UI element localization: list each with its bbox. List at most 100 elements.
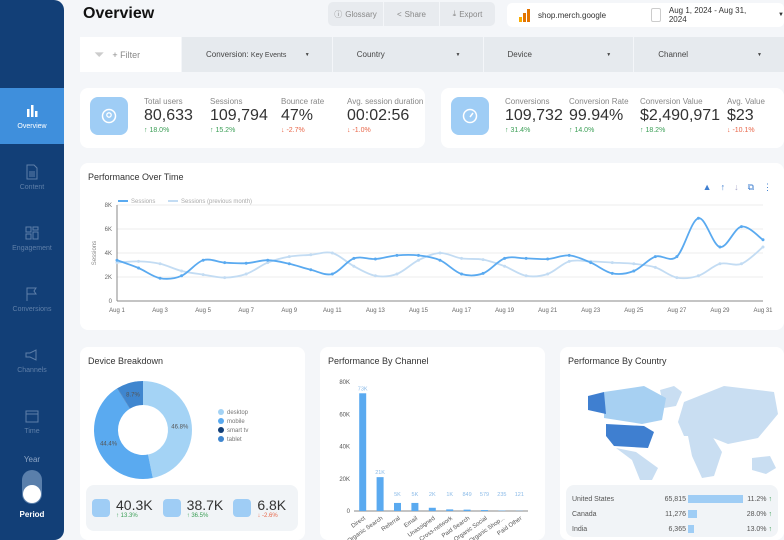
map-eurasia bbox=[678, 386, 778, 444]
bar-chart: 020K40K60K80K73KDirect21KOrganic Search5… bbox=[339, 380, 528, 540]
country-dropdown[interactable]: Country ▼ bbox=[331, 37, 483, 72]
data-point bbox=[158, 262, 162, 266]
x-tick-label: Aug 13 bbox=[366, 308, 386, 314]
date-range[interactable]: Aug 1, 2024 - Aug 31, 2024 bbox=[669, 6, 764, 24]
download-icon: ⤓ bbox=[452, 9, 457, 18]
bar bbox=[411, 502, 419, 511]
country-row[interactable]: United States 65,815 11.2% ↑ bbox=[572, 493, 772, 505]
data-point bbox=[653, 255, 657, 259]
x-tick-label: Aug 19 bbox=[495, 308, 515, 314]
info-icon: ⓘ bbox=[334, 9, 343, 19]
arrow-up-icon: ↑ bbox=[768, 525, 773, 533]
filter-bar: ⏷ + Filter Conversion: Key Events ▼ Countr… bbox=[80, 37, 784, 72]
donut-chart: 46.8% 44.4% 8.7% desktop mobile smart tv table… bbox=[94, 381, 249, 479]
add-filter-button[interactable]: ⏷ + Filter bbox=[80, 37, 181, 72]
legend-swatch bbox=[218, 427, 224, 433]
arrow-up-icon: ↑ bbox=[768, 510, 773, 518]
x-tick-label: Aug 1 bbox=[109, 308, 125, 314]
data-point bbox=[675, 276, 679, 280]
sidebar-item-conversions[interactable]: Conversions bbox=[0, 271, 64, 327]
x-tick-label: Aug 23 bbox=[581, 308, 601, 314]
performance-by-country-card: Performance By Country United States 65,8… bbox=[560, 347, 784, 540]
data-label: 1K bbox=[446, 492, 453, 498]
data-label: 579 bbox=[480, 492, 489, 498]
slice-label: 46.8% bbox=[171, 424, 189, 430]
period-toggle[interactable]: Year Period bbox=[0, 455, 64, 535]
share-button[interactable]: < Share bbox=[384, 2, 440, 26]
x-tick-label: Aug 15 bbox=[409, 308, 429, 314]
conversion-dropdown[interactable]: Conversion: Key Events ▼ bbox=[181, 37, 332, 72]
device-breakdown-card: Device Breakdown 46.8% 44.4% 8.7% desktop mo… bbox=[80, 347, 305, 540]
channel-dropdown[interactable]: Channel ▼ bbox=[633, 37, 784, 72]
glossary-button[interactable]: ⓘ Glossary bbox=[328, 2, 384, 26]
country-row[interactable]: India 6,365 13.0% ↑ bbox=[572, 523, 772, 535]
data-point bbox=[395, 272, 399, 276]
device-dropdown[interactable]: Device ▼ bbox=[482, 37, 634, 72]
bar bbox=[463, 509, 471, 511]
data-point bbox=[589, 261, 593, 265]
device-stat: 6.8K ↓ -2.6% bbox=[227, 485, 298, 531]
map-australia bbox=[752, 456, 776, 474]
sidebar-item-time[interactable]: Time bbox=[0, 393, 64, 449]
bar bbox=[446, 509, 454, 511]
x-tick-label: Aug 9 bbox=[281, 308, 297, 314]
data-point bbox=[287, 255, 291, 259]
slice-label: 8.7% bbox=[126, 392, 140, 398]
conversion-kpi-card: Conversions 109,732 ↑ 31.4% Conversion Rate… bbox=[441, 88, 784, 148]
sidebar-item-engagement[interactable]: Engagement bbox=[0, 210, 64, 266]
x-tick-label: Aug 25 bbox=[624, 308, 644, 314]
traffic-kpi-card: Total users 80,633 ↑ 18.0% Sessions 109,794 ↑… bbox=[80, 88, 425, 148]
data-point bbox=[201, 273, 205, 277]
desktop-icon bbox=[92, 499, 110, 517]
property-selector[interactable]: shop.merch.google Aug 1, 2024 - Aug 31, … bbox=[507, 3, 784, 27]
y-tick-label: 20K bbox=[339, 477, 350, 483]
data-point bbox=[460, 272, 464, 276]
data-point bbox=[115, 258, 119, 262]
device-stat: 38.7K ↑ 36.5% bbox=[157, 485, 228, 531]
x-tick-label: Referral bbox=[381, 516, 402, 533]
data-label: 5K bbox=[394, 492, 401, 498]
data-point bbox=[438, 251, 442, 255]
data-point bbox=[330, 251, 334, 255]
x-tick-label: Aug 29 bbox=[710, 308, 730, 314]
data-point bbox=[158, 276, 162, 280]
data-point bbox=[180, 269, 184, 273]
export-button[interactable]: ⤓ Export bbox=[440, 2, 495, 26]
data-point bbox=[761, 238, 765, 242]
data-point bbox=[653, 265, 657, 269]
data-label: 2K bbox=[429, 492, 436, 498]
data-point bbox=[696, 274, 700, 278]
map-africa bbox=[688, 436, 722, 478]
sidebar-item-channels[interactable]: Channels bbox=[0, 332, 64, 388]
chevron-down-icon: ▼ bbox=[757, 51, 762, 58]
kpi-delta: ↓ -10.1% bbox=[727, 127, 755, 134]
data-point bbox=[739, 225, 743, 229]
data-label: 21K bbox=[375, 470, 385, 476]
sidebar-item-label: Content bbox=[19, 183, 45, 191]
x-tick-label: Aug 31 bbox=[753, 308, 773, 314]
sidebar-item-overview[interactable]: Overview bbox=[0, 88, 64, 144]
data-point bbox=[675, 255, 679, 259]
page-title: Overview bbox=[83, 5, 155, 22]
y-tick-label: 40K bbox=[339, 445, 350, 451]
y-tick-label: 0 bbox=[109, 299, 113, 305]
bar bbox=[394, 502, 401, 511]
sidebar-item-content[interactable]: Content bbox=[0, 149, 64, 205]
tablet-icon bbox=[233, 499, 252, 517]
x-tick-label: Aug 7 bbox=[238, 308, 254, 314]
country-row[interactable]: Canada 11,276 28.0% ↑ bbox=[572, 508, 772, 520]
data-point bbox=[524, 274, 528, 278]
y-tick-label: 80K bbox=[339, 380, 350, 386]
data-point bbox=[761, 245, 765, 249]
data-point bbox=[696, 216, 700, 220]
map-canada bbox=[604, 386, 666, 424]
data-label: 5K bbox=[412, 492, 419, 498]
megaphone-icon bbox=[25, 348, 37, 361]
data-point bbox=[438, 258, 442, 262]
data-point bbox=[481, 271, 485, 275]
legend-label: tablet bbox=[227, 437, 242, 443]
legend-label: smart tv bbox=[227, 428, 248, 434]
data-point bbox=[503, 264, 507, 268]
device-stat: 40.3K ↑ 13.3% bbox=[86, 485, 157, 531]
y-tick-label: 2K bbox=[105, 275, 112, 281]
